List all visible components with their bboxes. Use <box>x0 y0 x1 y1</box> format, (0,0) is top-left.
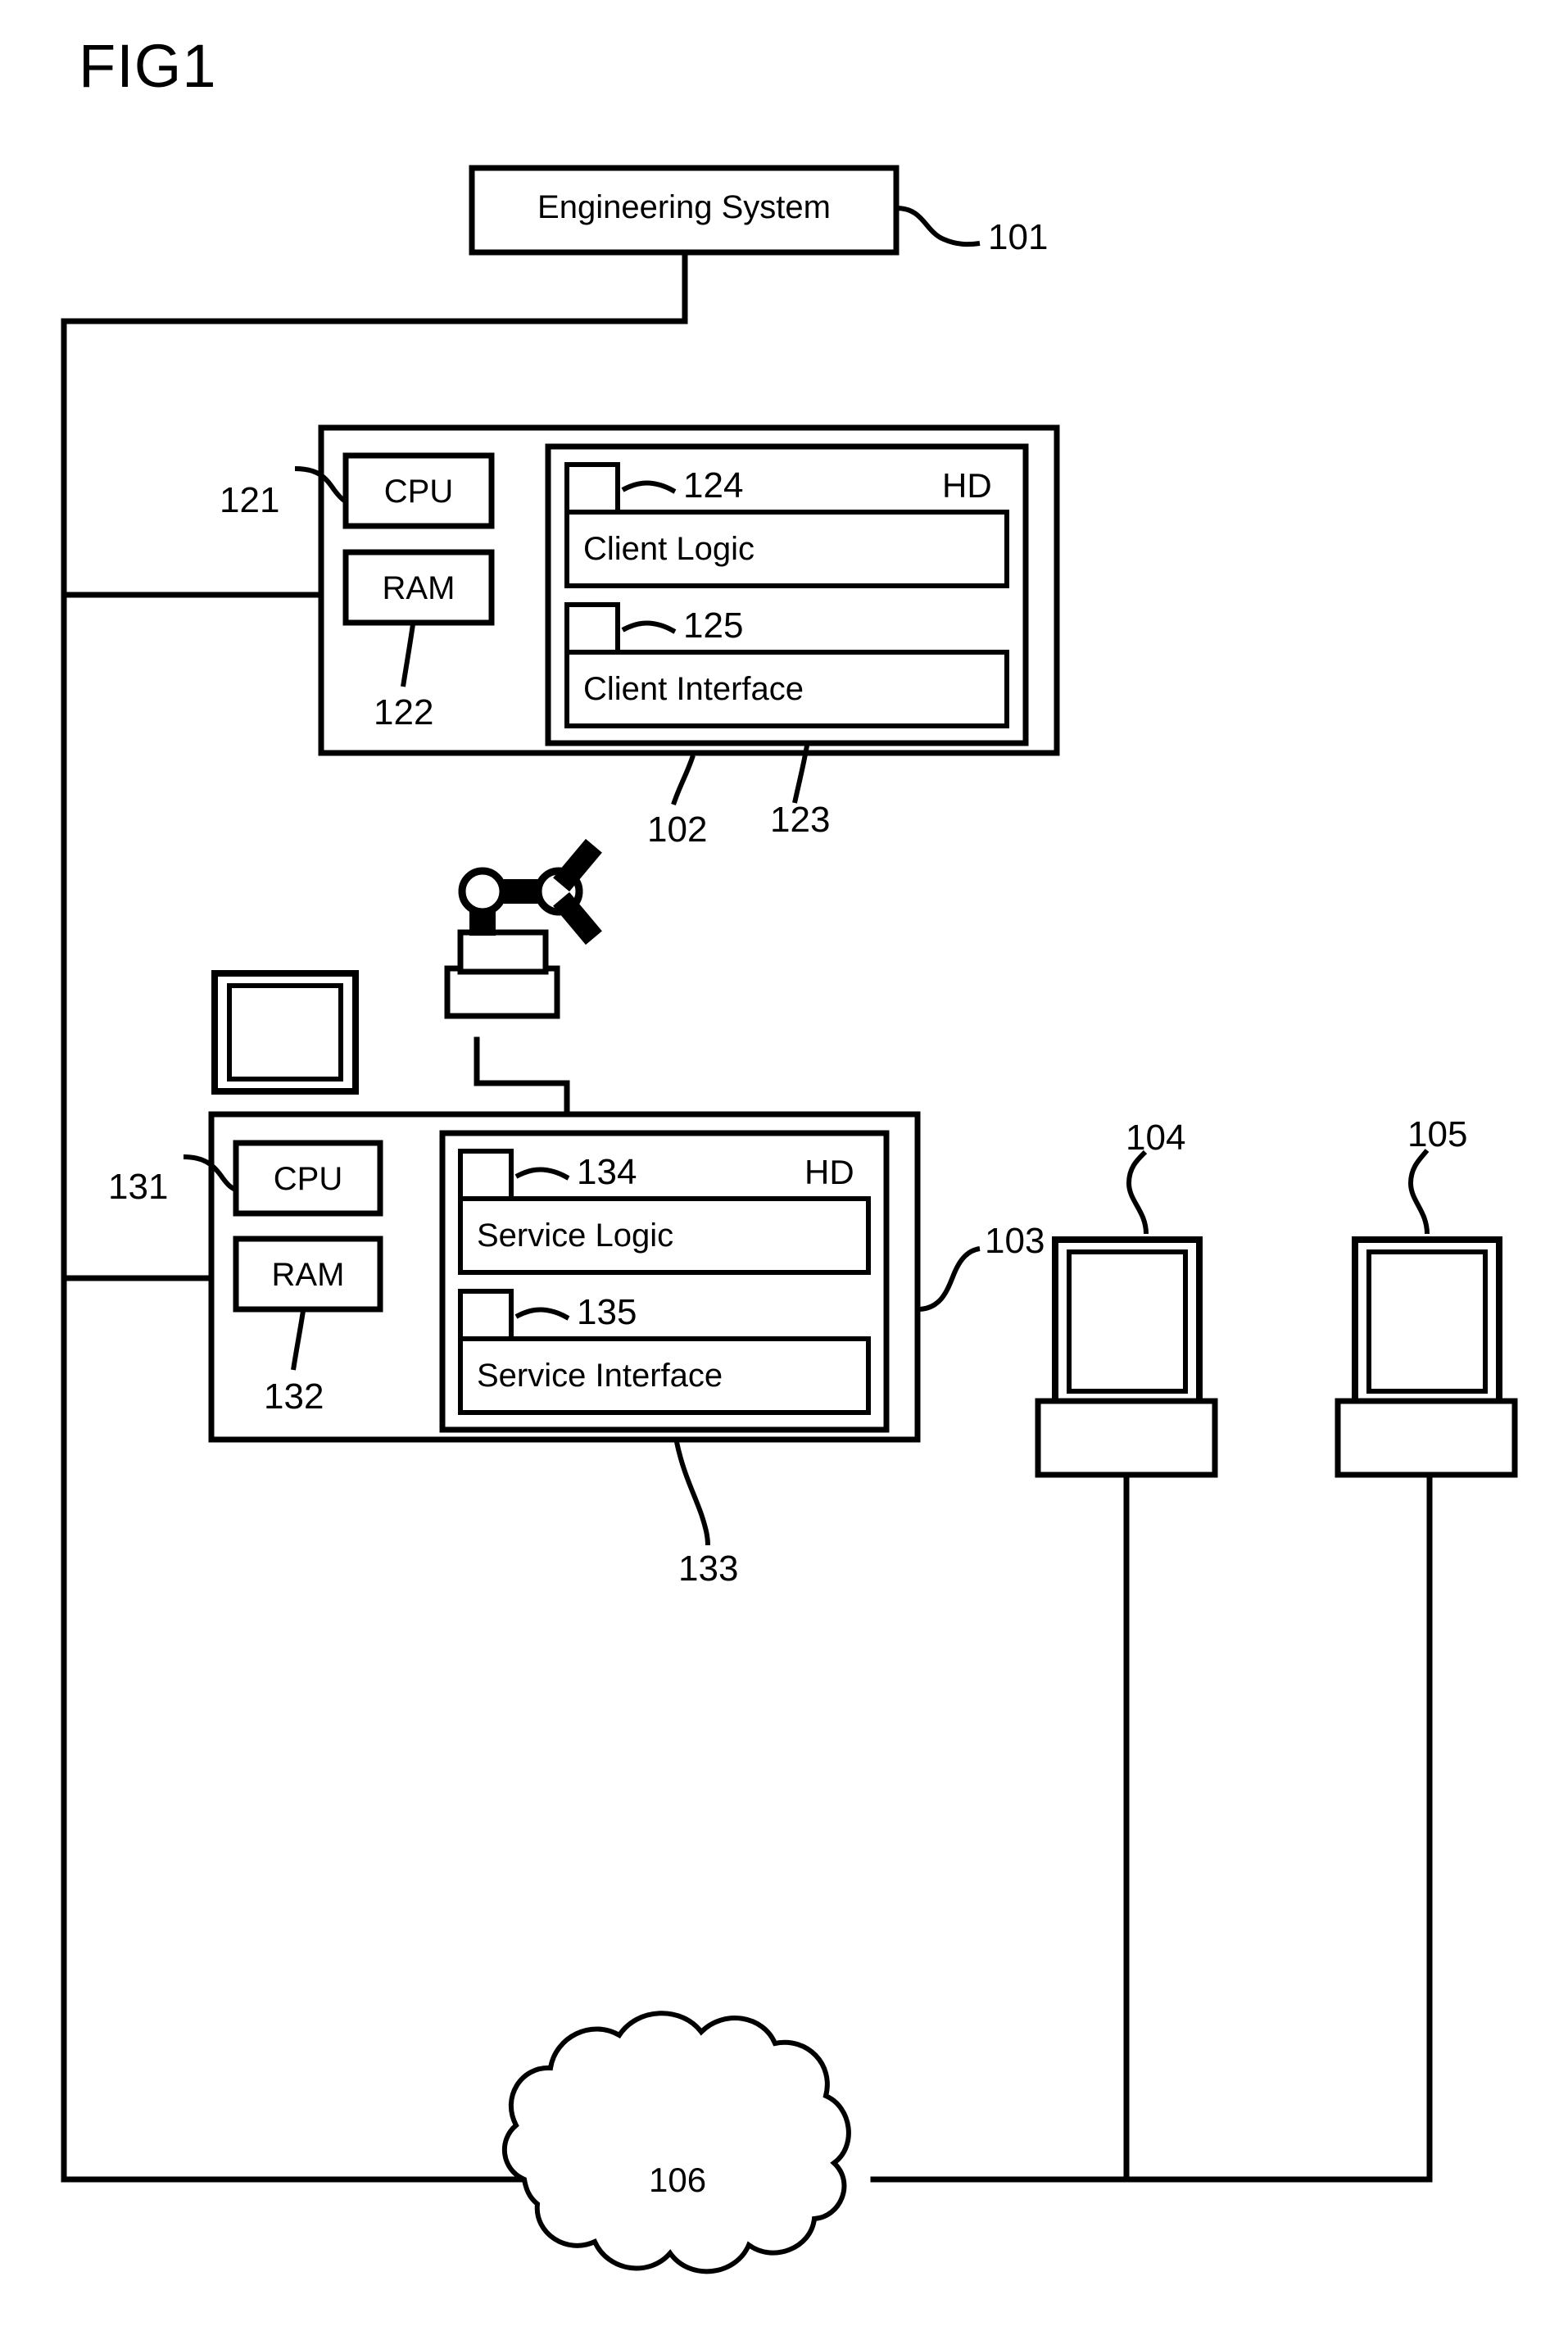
terminal-two-base <box>1335 1398 1518 1478</box>
service-cpu-label: CPU <box>273 1161 343 1197</box>
ref-121: 121 <box>220 480 280 520</box>
ref-133: 133 <box>678 1549 739 1589</box>
link-engineering-to-bus <box>61 249 688 324</box>
leader-103 <box>917 1246 981 1312</box>
robot-base-upper <box>457 929 549 975</box>
ref-131: 131 <box>108 1167 169 1207</box>
ref-102: 102 <box>647 809 708 850</box>
ref-103: 103 <box>985 1221 1045 1261</box>
terminal-one-base <box>1035 1398 1218 1478</box>
service-interface-label: Service Interface <box>477 1358 723 1394</box>
client-hd-label: HD <box>942 466 992 505</box>
leader-104 <box>1126 1150 1149 1235</box>
engineering-system-label: Engineering System <box>537 189 831 225</box>
leader-133 <box>674 1441 710 1546</box>
terminal-one <box>1035 1236 1218 1478</box>
patent-figure: FIG1 Engineering System 101 CPU 121 RAM … <box>0 0 1568 2349</box>
ref-101: 101 <box>988 217 1049 257</box>
ref-135: 135 <box>577 1292 637 1332</box>
ref-105: 105 <box>1407 1114 1468 1154</box>
operator-monitor <box>211 970 359 1095</box>
client-cpu-label: CPU <box>383 474 454 510</box>
ref-106: 106 <box>649 2161 707 2199</box>
ref-134: 134 <box>577 1152 637 1192</box>
leader-105 <box>1407 1149 1430 1235</box>
service-hd-label: HD <box>804 1153 854 1191</box>
ref-123: 123 <box>770 800 831 840</box>
ref-104: 104 <box>1126 1118 1186 1158</box>
service-module-tab-135 <box>458 1289 514 1341</box>
ref-124: 124 <box>683 465 744 506</box>
robot-arm <box>444 838 602 1019</box>
client-interface-label: Client Interface <box>583 671 804 707</box>
client-logic-label: Client Logic <box>583 531 755 567</box>
terminal-two <box>1335 1236 1518 1478</box>
ref-132: 132 <box>264 1376 324 1417</box>
service-module-tab-134 <box>458 1149 514 1201</box>
cloud-outline <box>501 2011 851 2274</box>
client-module-tab-125 <box>564 602 620 655</box>
ref-122: 122 <box>374 692 434 732</box>
ref-125: 125 <box>683 605 744 646</box>
terminal-two-monitor-screen <box>1366 1249 1488 1394</box>
leader-102 <box>671 755 696 805</box>
client-module-tab-124 <box>564 462 620 515</box>
terminal-one-monitor-screen <box>1067 1249 1188 1394</box>
robot-base-lower <box>444 965 560 1019</box>
cable-robot-to-service <box>474 1036 570 1118</box>
network-cloud <box>501 2011 851 2274</box>
robot-joint-shoulder <box>458 867 507 916</box>
client-ram-label: RAM <box>382 570 455 606</box>
service-logic-label: Service Logic <box>477 1218 674 1254</box>
leader-101 <box>895 206 981 247</box>
service-ram-label: RAM <box>271 1257 345 1293</box>
